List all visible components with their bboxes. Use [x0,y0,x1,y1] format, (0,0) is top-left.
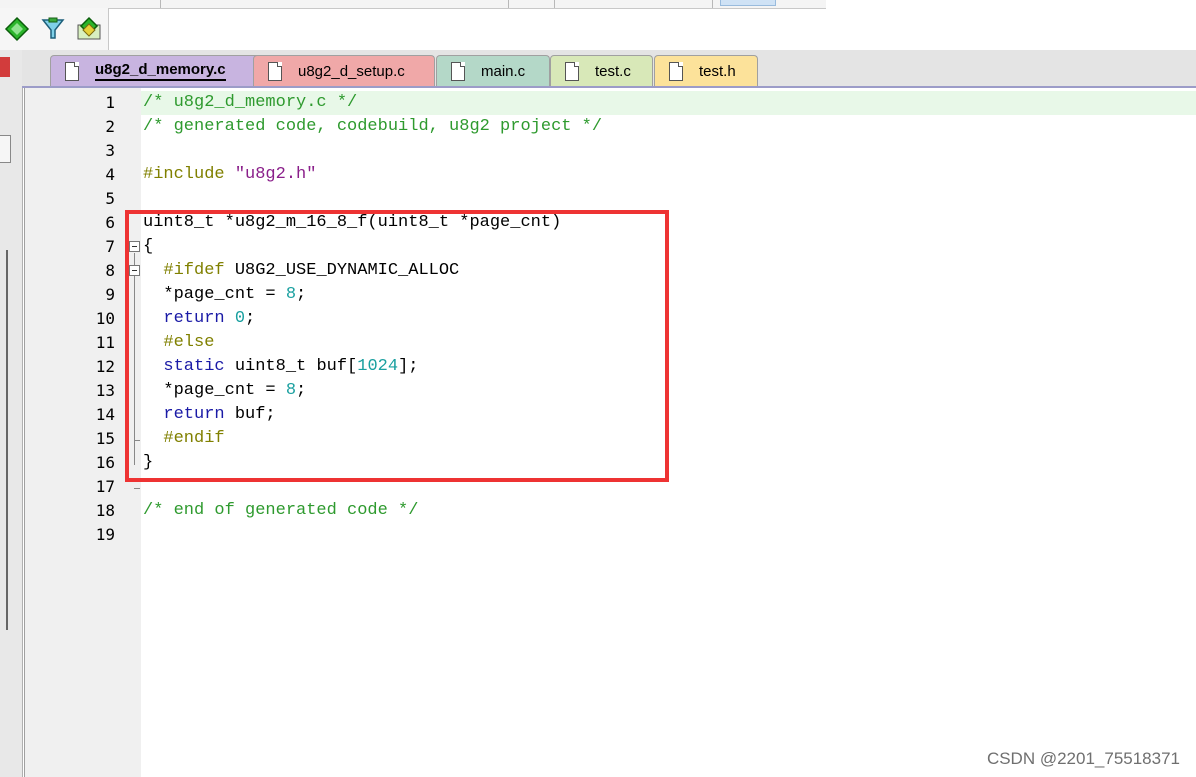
line-number: 18 [95,501,115,520]
code-text: /* generated code, codebuild, u8g2 proje… [143,117,603,136]
line-number: 5 [105,189,115,208]
file-icon [565,61,579,81]
line-number: 4 [105,165,115,184]
line-number: 6 [105,213,115,232]
code-line[interactable]: 19 [25,523,1196,547]
line-number: 3 [105,141,115,160]
code-line[interactable]: 3 [25,139,1196,163]
tab-main-c[interactable]: main.c [436,55,550,86]
line-number: 11 [95,333,115,352]
line-number: 8 [105,261,115,280]
stacked-diamonds-icon[interactable] [76,16,102,42]
line-number: 10 [95,309,115,328]
line-number: 14 [95,405,115,424]
tab-label: main.c [481,62,526,80]
line-number: 2 [105,117,115,136]
top-menu-strip [0,0,826,9]
file-tab-bar: u8g2_d_memory.c u8g2_d_setup.c main.c te… [22,50,1196,88]
strip-separator [508,0,509,8]
code-text: #include "u8g2.h" [143,165,317,184]
toolbar [0,8,109,51]
file-icon [268,61,282,81]
line-number: 1 [105,93,115,112]
green-diamond-icon[interactable] [4,16,30,42]
file-icon [451,61,465,81]
code-text: /* end of generated code */ [143,501,419,520]
strip-separator [160,0,161,8]
watermark: CSDN @2201_75518371 [986,749,1180,768]
file-icon [65,61,79,81]
panel-toggle-button[interactable] [0,135,11,163]
left-panel [0,50,23,777]
strip-separator [712,0,713,8]
tab-label: u8g2_d_memory.c [95,61,226,81]
highlight-annotation-box [125,210,669,482]
file-icon [669,61,683,81]
code-line[interactable]: 5 [25,187,1196,211]
tab-test-c[interactable]: test.c [550,55,653,86]
line-number: 17 [95,477,115,496]
tab-u8g2-d-setup-c[interactable]: u8g2_d_setup.c [253,55,435,86]
panel-splitter[interactable] [6,250,8,630]
filter-icon[interactable] [40,16,66,42]
tab-test-h[interactable]: test.h [654,55,758,86]
tab-label: test.c [595,62,631,80]
line-number: 15 [95,429,115,448]
tab-label: test.h [699,62,736,80]
line-number: 19 [95,525,115,544]
tab-u8g2-d-memory-c[interactable]: u8g2_d_memory.c [50,55,278,86]
error-marker [0,57,10,77]
code-line[interactable]: 4 #include "u8g2.h" [25,163,1196,187]
code-line[interactable]: 2 /* generated code, codebuild, u8g2 pro… [25,115,1196,139]
code-text: /* u8g2_d_memory.c */ [143,93,358,112]
tab-label: u8g2_d_setup.c [298,62,405,80]
line-number: 7 [105,237,115,256]
line-number: 12 [95,357,115,376]
strip-selected-field[interactable] [720,0,776,6]
code-line[interactable]: 18 /* end of generated code */ [25,499,1196,523]
line-number: 16 [95,453,115,472]
strip-separator [554,0,555,8]
code-line[interactable]: 1 /* u8g2_d_memory.c */ [25,91,1196,115]
line-number: 13 [95,381,115,400]
line-number: 9 [105,285,115,304]
